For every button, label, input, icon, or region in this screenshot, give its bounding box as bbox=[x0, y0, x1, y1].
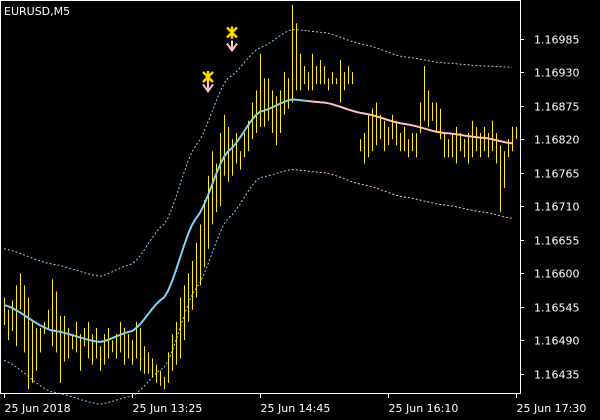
price-tick-label: 1.16435 bbox=[534, 369, 580, 382]
symbol-label: EURUSD,M5 bbox=[4, 5, 70, 18]
price-tick-label: 1.16655 bbox=[534, 235, 580, 248]
price-tick-label: 1.16600 bbox=[534, 268, 580, 281]
price-tick-label: 1.16985 bbox=[534, 34, 580, 47]
price-tick-label: 1.16490 bbox=[534, 335, 580, 348]
price-tick-label: 1.16545 bbox=[534, 302, 580, 315]
price-tick-label: 1.16820 bbox=[534, 134, 580, 147]
time-tick-label: 25 Jun 13:25 bbox=[133, 402, 203, 415]
price-tick-label: 1.16710 bbox=[534, 201, 580, 214]
time-tick-label: 25 Jun 14:45 bbox=[261, 402, 331, 415]
time-tick-label: 25 Jun 16:10 bbox=[389, 402, 459, 415]
time-tick-label: 25 Jun 17:30 bbox=[517, 402, 587, 415]
price-chart[interactable]: 1.16985 1.16930 1.16875 1.16820 1.16765 1.167… bbox=[0, 0, 600, 420]
price-tick-label: 1.16765 bbox=[534, 168, 580, 181]
price-tick-label: 1.16875 bbox=[534, 101, 580, 114]
price-tick-label: 1.16930 bbox=[534, 67, 580, 80]
time-tick-label: 25 Jun 2018 bbox=[5, 402, 71, 415]
